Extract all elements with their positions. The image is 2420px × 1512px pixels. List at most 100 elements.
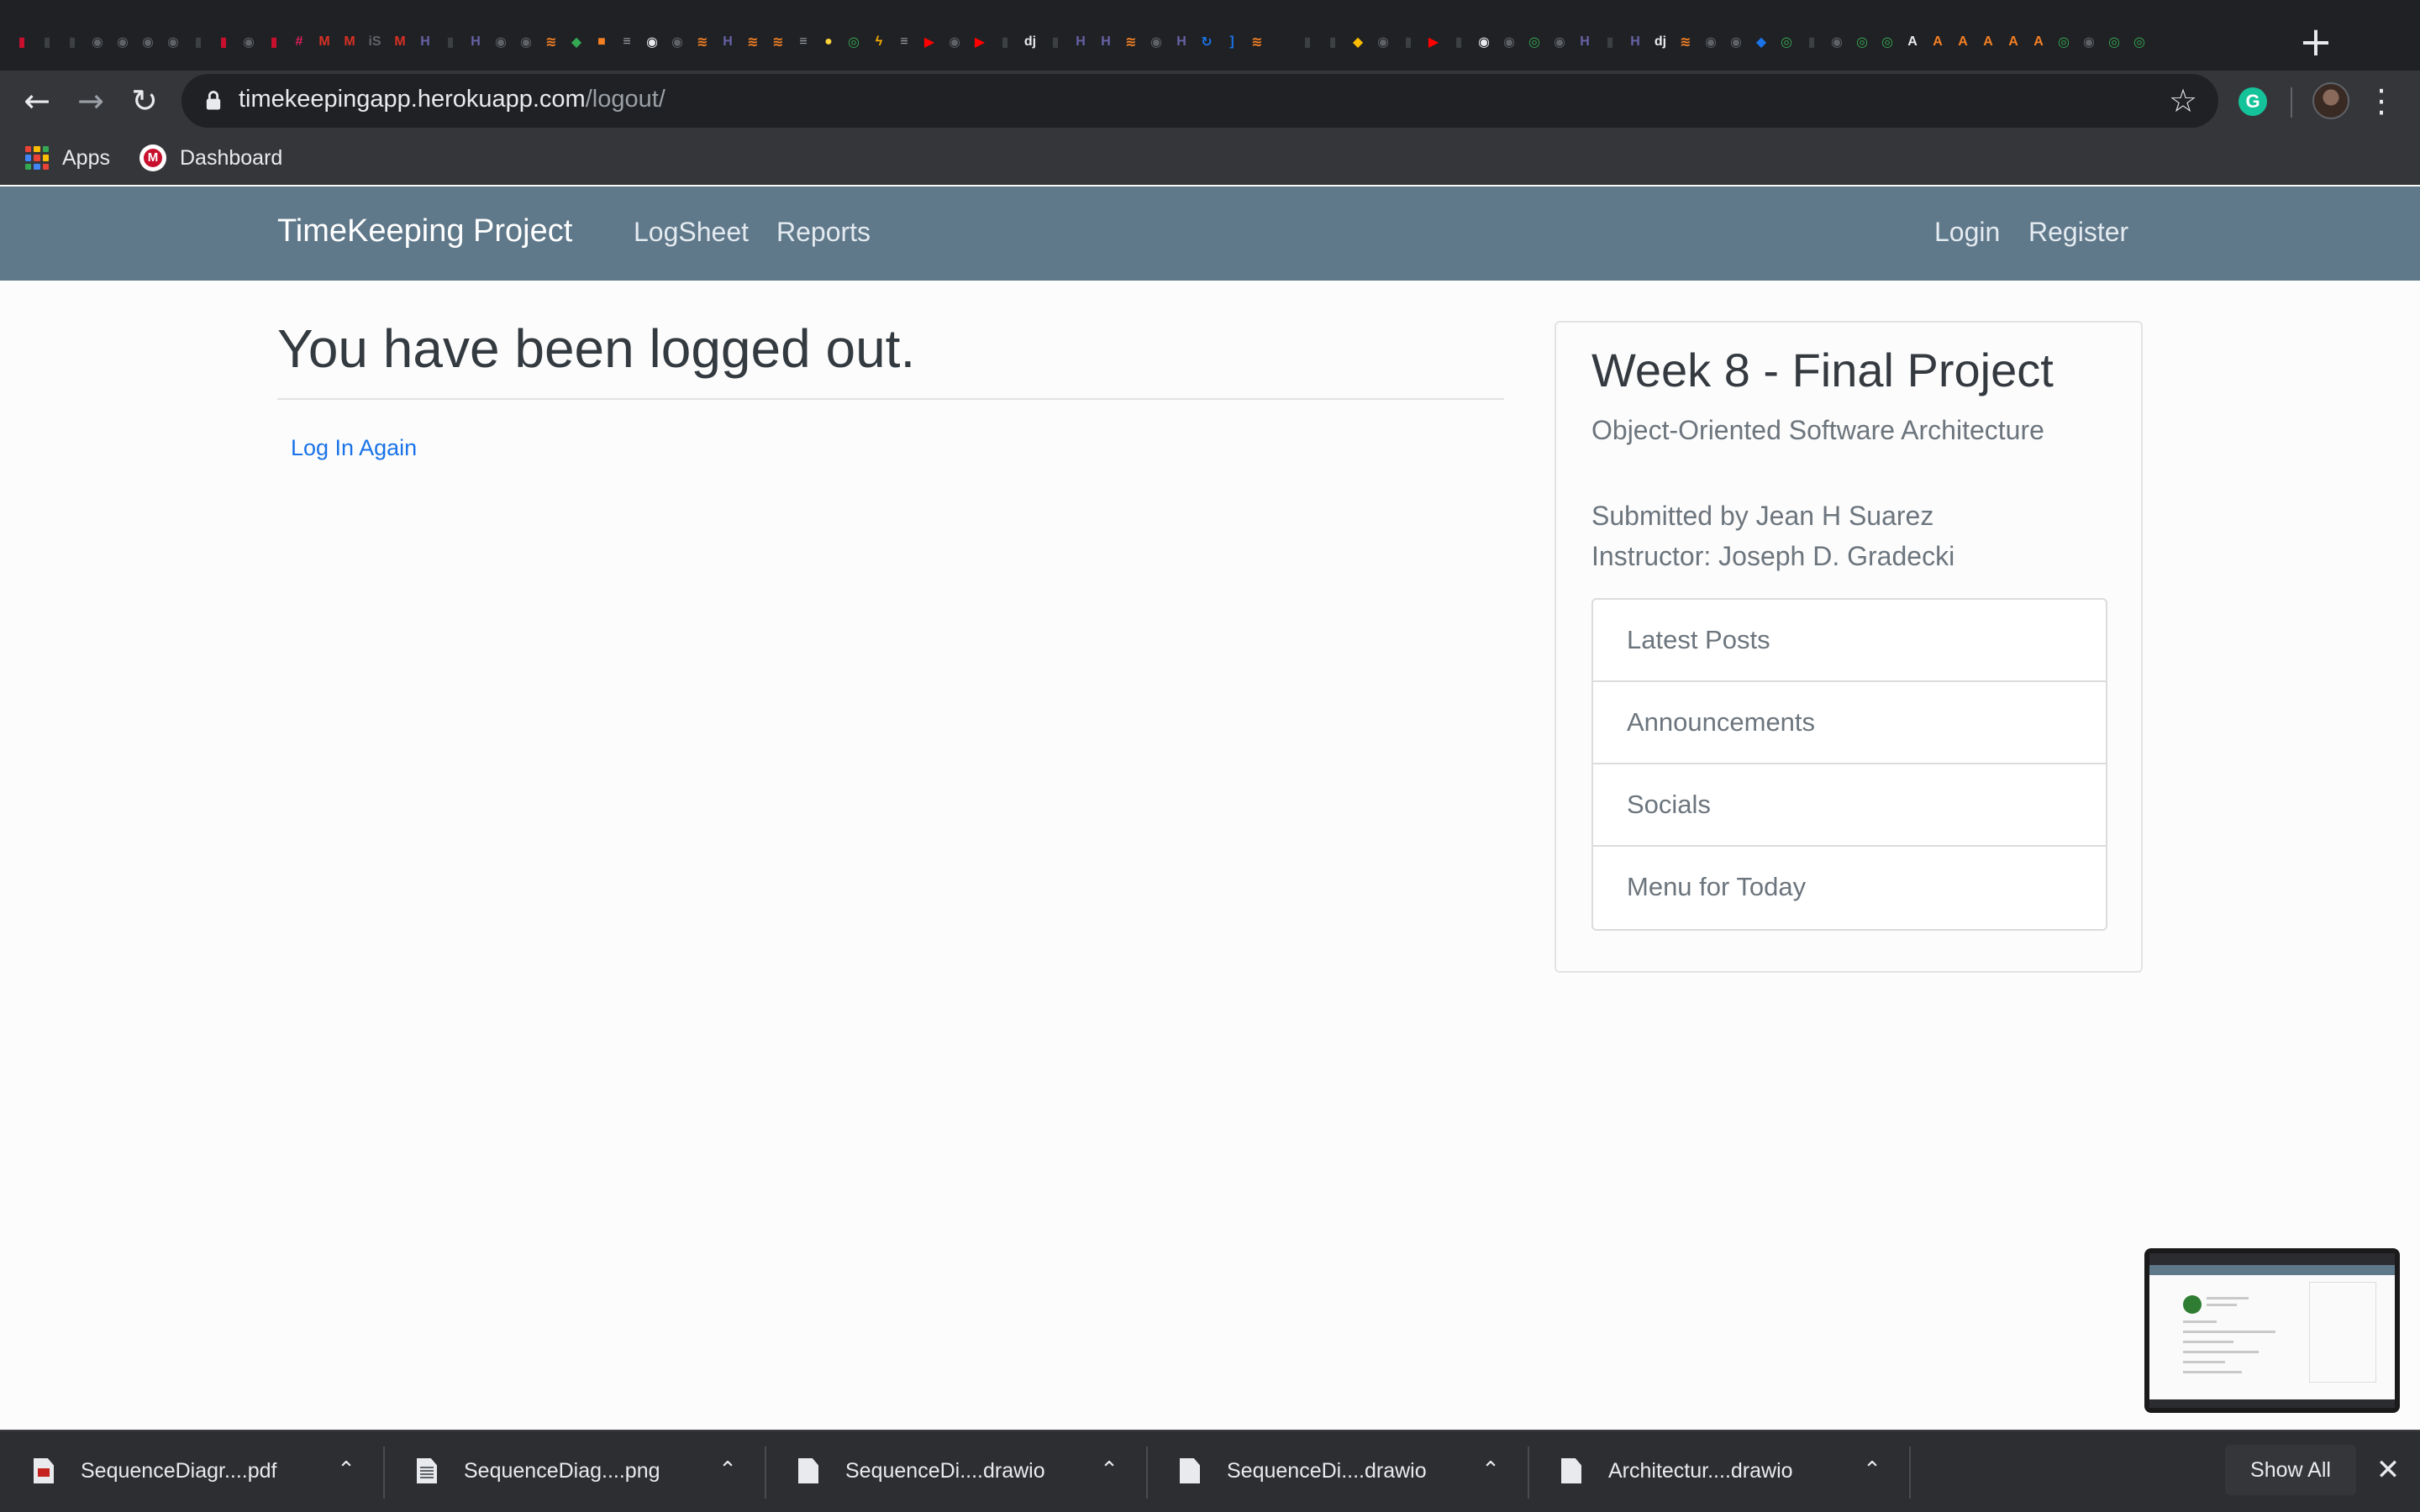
orange-a-icon[interactable]: A <box>2028 29 2049 55</box>
orange-tab-icon[interactable]: ■ <box>592 29 612 55</box>
url-text[interactable]: timekeepingapp.herokuapp.com/logout/ <box>239 86 666 113</box>
chevron-up-icon[interactable]: ⌃ <box>1855 1452 1889 1488</box>
new-tab-button[interactable]: + <box>2292 18 2339 66</box>
list-item-menu-for-today[interactable]: Menu for Today <box>1593 847 2106 929</box>
stacked-tab-icon[interactable]: ▮ <box>995 29 1015 55</box>
doc-icon[interactable]: ≡ <box>793 29 813 55</box>
github-icon[interactable]: ◉ <box>2079 29 2099 55</box>
gmail-icon[interactable]: M <box>339 29 360 55</box>
back-icon[interactable]: ← <box>13 77 60 124</box>
stackoverflow-icon[interactable]: ≋ <box>541 29 561 55</box>
stacked-tab-icon[interactable]: ▮ <box>1449 29 1469 55</box>
github-icon[interactable]: ◉ <box>491 29 511 55</box>
bookmark-apps[interactable]: Apps <box>25 141 110 175</box>
show-all-button[interactable]: Show All <box>2225 1445 2356 1495</box>
is-icon[interactable]: iS <box>365 29 385 55</box>
stacked-tab-icon[interactable]: ▮ <box>1045 29 1065 55</box>
stacked-tab-icon[interactable]: ▮ <box>440 29 460 55</box>
download-item[interactable]: SequenceDi....drawio ⌃ <box>765 1431 1146 1512</box>
github-icon[interactable]: ◉ <box>944 29 965 55</box>
dark-circle-icon[interactable]: ● <box>1272 29 1292 55</box>
heroku-icon[interactable]: H <box>466 29 486 55</box>
doc-icon[interactable]: ≡ <box>894 29 914 55</box>
github-icon[interactable]: ◉ <box>1499 29 1519 55</box>
heroku-icon[interactable]: H <box>718 29 738 55</box>
chevron-up-icon[interactable]: ⌃ <box>1092 1452 1126 1488</box>
stacked-tab-icon[interactable]: ▮ <box>1802 29 1822 55</box>
github-icon[interactable]: ◉ <box>1549 29 1570 55</box>
github-icon[interactable]: ◉ <box>1827 29 1847 55</box>
brand-link[interactable]: TimeKeeping Project <box>277 213 572 249</box>
github-icon[interactable]: ◉ <box>1474 29 1494 55</box>
youtube-icon[interactable]: ▶ <box>919 29 939 55</box>
download-item[interactable]: SequenceDiagr....pdf ⌃ <box>0 1431 381 1512</box>
forward-icon[interactable]: → <box>67 77 114 124</box>
reload-icon[interactable]: ↻ <box>121 77 168 124</box>
stackoverflow-icon[interactable]: ≋ <box>743 29 763 55</box>
chrome-icon[interactable]: ◎ <box>2054 29 2074 55</box>
github-icon[interactable]: ◉ <box>1726 29 1746 55</box>
orange-a-icon[interactable]: A <box>2003 29 2023 55</box>
stackoverflow-icon[interactable]: ≋ <box>1121 29 1141 55</box>
grammarly-extension-icon[interactable]: G <box>2238 87 2267 116</box>
github-icon[interactable]: ◉ <box>87 29 108 55</box>
doc-icon[interactable]: ≡ <box>617 29 637 55</box>
gmail-icon[interactable]: M <box>314 29 334 55</box>
heroku-icon[interactable]: H <box>1625 29 1645 55</box>
chevron-up-icon[interactable]: ⌃ <box>711 1452 744 1488</box>
orange-a-icon[interactable]: A <box>1953 29 1973 55</box>
download-item[interactable]: SequenceDiag....png ⌃ <box>383 1431 765 1512</box>
github-icon[interactable]: ◉ <box>516 29 536 55</box>
heroku-icon[interactable]: H <box>1575 29 1595 55</box>
youtube-icon[interactable]: ▶ <box>1423 29 1444 55</box>
nav-link-logsheet[interactable]: LogSheet <box>634 217 749 248</box>
stacked-tab-icon[interactable]: ▮ <box>1398 29 1418 55</box>
github-icon[interactable]: ◉ <box>239 29 259 55</box>
stackoverflow-icon[interactable]: ≋ <box>768 29 788 55</box>
colorful-tab-icon[interactable]: ◆ <box>1348 29 1368 55</box>
acrobat-icon[interactable]: A <box>1902 29 1923 55</box>
chevron-up-icon[interactable]: ⌃ <box>1474 1452 1507 1488</box>
nav-link-login[interactable]: Login <box>1934 217 2000 248</box>
heroku-icon[interactable]: H <box>1171 29 1192 55</box>
address-bar[interactable]: timekeepingapp.herokuapp.com/logout/ ☆ <box>182 74 2218 128</box>
heroku-icon[interactable]: H <box>415 29 435 55</box>
stacked-tab-icon[interactable]: ▮ <box>37 29 57 55</box>
github-icon[interactable]: ◉ <box>163 29 183 55</box>
github-icon[interactable]: ◉ <box>642 29 662 55</box>
django-icon[interactable]: dj <box>1650 29 1670 55</box>
gitlab-icon[interactable]: ◆ <box>1751 29 1771 55</box>
gmail-icon[interactable]: M <box>390 29 410 55</box>
chrome-icon[interactable]: ◎ <box>1852 29 1872 55</box>
list-item-socials[interactable]: Socials <box>1593 764 2106 847</box>
django-icon[interactable]: dj <box>1020 29 1040 55</box>
stackoverflow-icon[interactable]: ≋ <box>1247 29 1267 55</box>
stacked-tab-icon[interactable]: ▮ <box>188 29 208 55</box>
github-icon[interactable]: ◉ <box>667 29 687 55</box>
python-icon[interactable]: ● <box>818 29 839 55</box>
github-icon[interactable]: ◉ <box>1701 29 1721 55</box>
stacked-tab-icon[interactable]: ▮ <box>1600 29 1620 55</box>
nav-link-reports[interactable]: Reports <box>776 217 871 248</box>
github-icon[interactable]: ◉ <box>113 29 133 55</box>
stacked-tab-icon[interactable]: ▮ <box>213 29 234 55</box>
heroku-icon[interactable]: H <box>1096 29 1116 55</box>
profile-avatar[interactable] <box>2312 82 2349 119</box>
stacked-tab-icon[interactable]: ▮ <box>1323 29 1343 55</box>
orange-a-icon[interactable]: A <box>1928 29 1948 55</box>
stacked-tab-icon[interactable]: ▮ <box>1297 29 1318 55</box>
chrome-icon[interactable]: ◎ <box>1776 29 1797 55</box>
nav-link-register[interactable]: Register <box>2028 217 2128 248</box>
bookmark-dashboard[interactable]: M Dashboard <box>139 141 282 175</box>
github-icon[interactable]: ◉ <box>1146 29 1166 55</box>
refresh-blue-icon[interactable]: ↻ <box>1197 29 1217 55</box>
stackoverflow-icon[interactable]: ≋ <box>1676 29 1696 55</box>
log-in-again-link[interactable]: Log In Again <box>291 435 417 461</box>
bookmark-star-icon[interactable]: ☆ <box>2161 79 2205 123</box>
download-item[interactable]: SequenceDi....drawio ⌃ <box>1146 1431 1528 1512</box>
chrome-icon[interactable]: ◎ <box>1524 29 1544 55</box>
orange-a-icon[interactable]: A <box>1978 29 1998 55</box>
youtube-icon[interactable]: ▶ <box>970 29 990 55</box>
bracket-icon[interactable]: ] <box>1222 29 1242 55</box>
more-menu-icon[interactable]: ⋮ <box>2363 77 2400 124</box>
